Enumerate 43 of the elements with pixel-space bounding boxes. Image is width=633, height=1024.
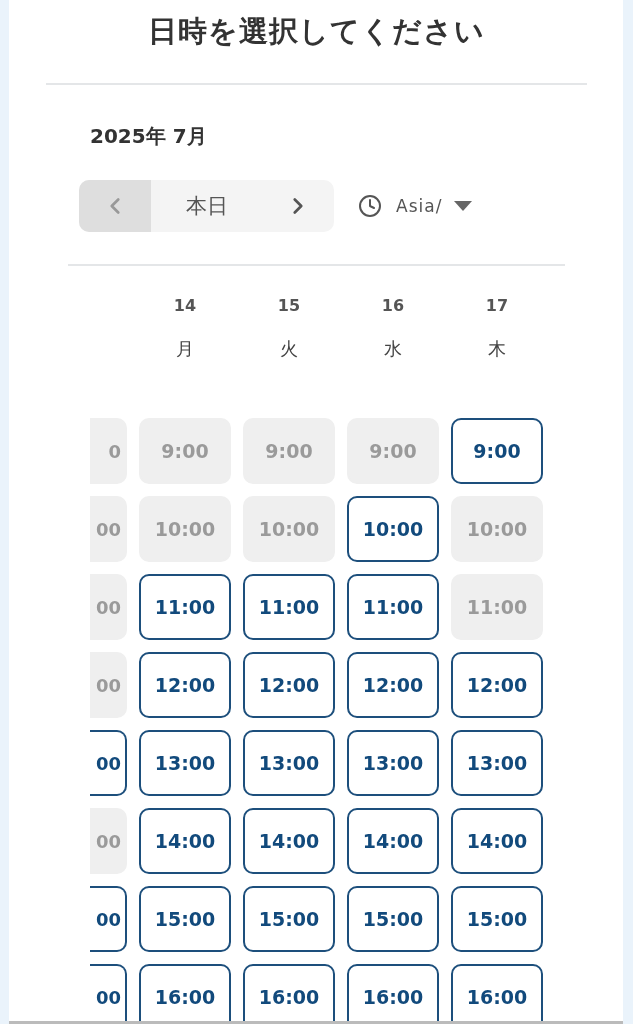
time-slot[interactable]: 13:00 [139, 730, 231, 796]
caret-icon [454, 201, 473, 211]
day-date: 17 [485, 296, 509, 317]
time-slot[interactable]: 00 [90, 730, 127, 796]
time-slot[interactable]: 13:00 [243, 730, 335, 796]
time-slot[interactable]: 16:00 [243, 964, 335, 1021]
time-slot[interactable]: 14:00 [451, 808, 543, 874]
time-slot[interactable]: 9:00 [451, 418, 543, 484]
previous-button[interactable] [79, 180, 151, 232]
weekday-label: 水 [384, 337, 402, 361]
time-slot[interactable]: 11:00 [347, 574, 439, 640]
time-slot[interactable]: 12:00 [347, 652, 439, 718]
time-slot[interactable]: 12:00 [139, 652, 231, 718]
time-slot[interactable]: 15:00 [451, 886, 543, 952]
weekday-label: 火 [280, 337, 298, 361]
page-title: 日時を選択してください [146, 13, 486, 50]
weekday-label: 木 [488, 337, 506, 361]
time-slot[interactable]: 14:00 [347, 808, 439, 874]
time-slot[interactable]: 13:00 [347, 730, 439, 796]
day-date: 16 [381, 296, 405, 317]
time-slot[interactable]: 14:00 [139, 808, 231, 874]
time-slot[interactable]: 11:00 [243, 574, 335, 640]
day-date: 14 [173, 296, 197, 317]
time-slot[interactable]: 15:00 [139, 886, 231, 952]
time-slot[interactable]: 16:00 [347, 964, 439, 1021]
time-slot[interactable]: 13:00 [451, 730, 543, 796]
time-slot[interactable]: 11:00 [139, 574, 231, 640]
time-slot[interactable]: 00 [90, 886, 127, 952]
month-label: 2025年 7月 [90, 123, 207, 150]
timezone-select[interactable]: Asia/ [394, 192, 475, 220]
time-slot[interactable]: 15:00 [347, 886, 439, 952]
today-button[interactable]: 本日 [151, 180, 262, 232]
clock-drawing [358, 194, 382, 218]
time-slot[interactable]: 12:00 [243, 652, 335, 718]
time-slot[interactable]: 15:00 [243, 886, 335, 952]
day-date: 15 [277, 296, 301, 317]
time-slot[interactable]: 16:00 [139, 964, 231, 1021]
time-slot[interactable]: 12:00 [451, 652, 543, 718]
time-slot[interactable]: 00 [90, 964, 127, 1021]
time-slot[interactable]: 16:00 [451, 964, 543, 1021]
weekday-label: 月 [176, 337, 194, 361]
time-slot[interactable]: 14:00 [243, 808, 335, 874]
time-slot[interactable]: 10:00 [347, 496, 439, 562]
